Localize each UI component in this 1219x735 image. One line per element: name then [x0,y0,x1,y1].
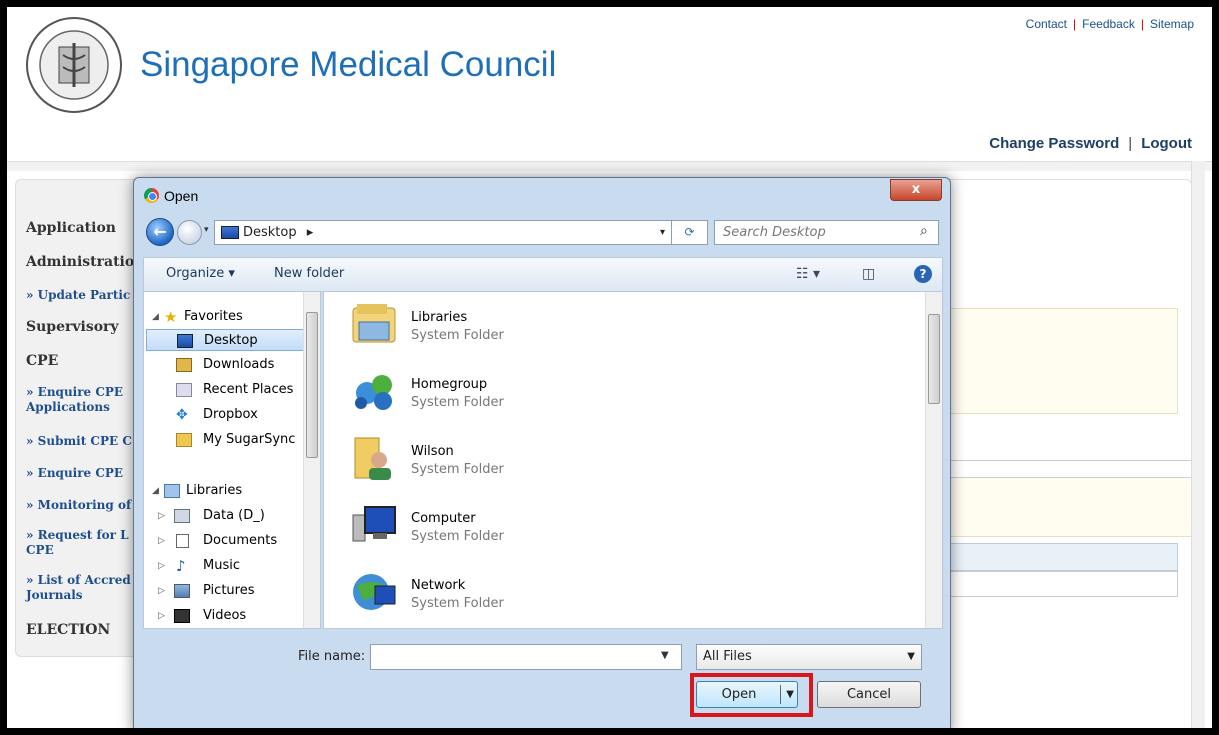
file-item-computer[interactable]: Computer System Folder [334,501,734,567]
sitemap-link[interactable]: Sitemap [1150,17,1194,31]
dialog-toolbar: Organize ▾ New folder ☷ ▾ ◫ ? [143,257,943,291]
pictures-icon [174,584,190,598]
nav-update-particulars[interactable]: » Update Partic [26,288,130,302]
nav-monitoring[interactable]: » Monitoring of [26,498,131,512]
tree-favorites[interactable]: ◢ ★ Favorites [144,306,304,328]
tree-desktop[interactable]: Desktop [146,329,306,351]
table-row [948,543,1178,571]
top-links: Contact | Feedback | Sitemap [1025,17,1194,31]
file-item-homegroup[interactable]: Homegroup System Folder [334,367,734,433]
documents-icon [176,534,189,548]
nav-submit-cpe[interactable]: » Submit CPE C [26,434,132,448]
smc-logo-icon [26,17,122,113]
computer-icon [352,506,396,542]
address-chevron-icon[interactable]: ▸ [307,225,314,240]
close-button[interactable]: x [890,179,942,201]
tree-downloads[interactable]: Downloads [144,354,304,376]
music-icon: ♪ [176,557,186,575]
change-password-link[interactable]: Change Password [989,135,1119,152]
search-input[interactable]: Search Desktop [714,220,939,245]
nav-pane-scrollbar[interactable] [303,292,320,628]
tree-music[interactable]: ▷ ♪ Music [144,555,304,577]
star-icon: ★ [164,308,178,326]
info-box [948,308,1178,414]
nav-enquire-cpe[interactable]: » Enquire CPE [26,466,123,480]
navigation-pane: ◢ ★ Favorites Desktop Downloads Recent P… [143,291,321,629]
file-name-label: File name: [298,649,366,664]
recent-places-icon [176,383,192,397]
file-item-libraries[interactable]: Libraries System Folder [334,300,734,366]
feedback-link[interactable]: Feedback [1082,17,1135,31]
user-links: Change Password | Logout [989,135,1192,152]
new-folder-button[interactable]: New folder [274,266,344,281]
libraries-folder-icon [352,304,396,343]
tree-videos[interactable]: ▷ Videos [144,605,304,627]
chevron-down-icon: ▼ [907,651,915,662]
nav-supervisory[interactable]: Supervisory [26,319,119,335]
info-box [948,477,1193,537]
table-header [948,460,1193,478]
folder-icon [176,433,192,447]
tree-data-drive[interactable]: ▷ Data (D_) [144,505,304,527]
videos-icon [174,609,190,623]
homegroup-icon [355,375,392,410]
nav-administration[interactable]: Administratio [26,254,134,270]
file-item-wilson[interactable]: Wilson System Folder [334,434,734,500]
tree-libraries[interactable]: ◢ Libraries [144,480,304,502]
nav-election[interactable]: ELECTION [26,622,110,638]
scroll-thumb[interactable] [306,312,318,458]
contact-link[interactable]: Contact [1026,17,1067,31]
chrome-icon [144,188,159,203]
address-row: ← ▾ Desktop ▸ ▾ ⟳ Search Desktop ⌕ [144,217,942,247]
organize-button[interactable]: Organize ▾ [166,266,235,281]
tree-documents[interactable]: ▷ Documents [144,530,304,552]
open-button-highlight [690,673,813,717]
nav-cpe[interactable]: CPE [26,353,58,369]
address-bar[interactable]: Desktop ▸ ▾ [214,220,672,245]
recent-pages-icon[interactable]: ▾ [204,225,209,235]
address-desktop[interactable]: Desktop [243,225,297,240]
view-options-icon[interactable]: ☷ ▾ [796,266,820,282]
file-type-select[interactable]: All Files ▼ [696,644,922,670]
nav-enquire-cpe-applications[interactable]: » Enquire CPE Applications [26,385,136,415]
dialog-title: Open [164,188,199,204]
help-icon[interactable]: ? [914,265,932,283]
table-row [948,571,1178,597]
scroll-thumb[interactable] [928,314,940,404]
dialog-bottom: File name: ▼ All Files ▼ Open ▼ Cancel [143,629,943,728]
open-file-dialog: Open x ← ▾ Desktop ▸ ▾ ⟳ Search Desktop … [133,177,951,728]
cancel-button[interactable]: Cancel [817,681,921,708]
tree-my-sugarsync[interactable]: My SugarSync [144,429,304,451]
tree-recent-places[interactable]: Recent Places [144,379,304,401]
libraries-icon [164,484,180,498]
nav-application[interactable]: Application [26,220,116,236]
header-divider [7,161,1212,171]
desktop-icon [177,334,193,348]
user-folder-icon [354,437,391,480]
address-dropdown-icon[interactable]: ▾ [660,221,665,244]
page-scrollbar[interactable] [1191,161,1205,728]
nav-list-accredited-journals[interactable]: » List of Accred Journals [26,573,134,603]
desktop-icon [221,226,239,239]
back-button[interactable]: ← [146,218,174,246]
file-item-network[interactable]: Network System Folder [334,568,734,634]
file-list-pane: Libraries System Folder Homegroup System… [323,291,943,629]
file-name-dropdown-icon[interactable]: ▼ [661,650,669,661]
file-list-scrollbar[interactable] [925,292,942,628]
site-title: Singapore Medical Council [140,45,557,84]
nav-request-for[interactable]: » Request for L CPE [26,528,134,558]
network-icon [353,574,396,610]
downloads-icon [176,358,192,372]
file-name-input[interactable] [370,644,682,670]
refresh-button[interactable]: ⟳ [672,220,708,245]
tree-dropbox[interactable]: ✥ Dropbox [144,404,304,426]
logout-link[interactable]: Logout [1141,135,1192,152]
tree-pictures[interactable]: ▷ Pictures [144,580,304,602]
drive-icon [174,509,190,523]
preview-pane-icon[interactable]: ◫ [862,266,875,282]
search-icon[interactable]: ⌕ [920,223,936,239]
forward-button[interactable] [177,220,202,245]
dropbox-icon: ✥ [176,407,188,423]
browser-page: Singapore Medical Council Contact | Feedba… [0,0,1219,735]
